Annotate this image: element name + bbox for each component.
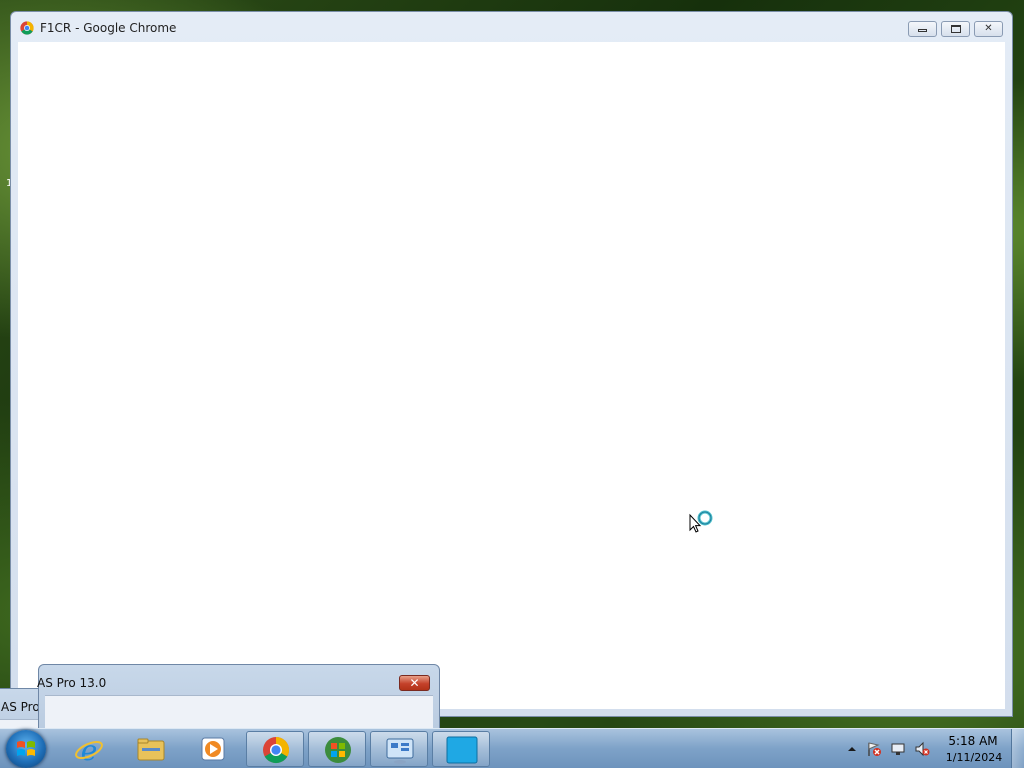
maximize-button[interactable] xyxy=(941,21,970,37)
clock-date[interactable]: 1/11/2024 xyxy=(945,751,1003,764)
action-center-flag-icon[interactable] xyxy=(866,741,882,757)
chrome-icon xyxy=(263,736,290,764)
windows-logo-app-icon xyxy=(325,737,351,763)
show-desktop-button[interactable] xyxy=(1011,729,1024,768)
dialog-title: AS Pro 13.0 xyxy=(37,676,107,690)
desktop: 1 F1CR - Google Chrome ✕ AS Pro 13.0 ✕ xyxy=(0,0,1024,768)
minimize-button[interactable] xyxy=(908,21,937,37)
window-title: F1CR - Google Chrome xyxy=(40,21,177,35)
taskbar-item-windows-app[interactable] xyxy=(308,731,366,767)
start-button[interactable] xyxy=(6,730,46,768)
clock-time[interactable]: 5:18 AM xyxy=(948,734,998,748)
internet-explorer-icon: e xyxy=(75,734,103,764)
windows-logo-icon xyxy=(17,741,35,756)
chrome-icon xyxy=(20,21,34,35)
dialog-close-button[interactable]: ✕ xyxy=(399,675,430,691)
show-hidden-icons-arrow[interactable] xyxy=(844,741,860,757)
svg-text:e: e xyxy=(81,734,98,764)
browser-content-area[interactable] xyxy=(18,42,1005,709)
taskbar-item-control-panel[interactable] xyxy=(370,731,428,767)
chrome-window[interactable]: F1CR - Google Chrome ✕ xyxy=(10,11,1013,717)
file-explorer-icon xyxy=(137,738,165,761)
taskbar-item-chrome[interactable] xyxy=(246,731,304,767)
taskbar-item-blue-window-app[interactable] xyxy=(432,731,490,767)
close-icon: ✕ xyxy=(984,23,993,34)
maximize-icon xyxy=(950,25,961,33)
minimize-icon xyxy=(918,29,927,32)
chrome-titlebar[interactable]: F1CR - Google Chrome ✕ xyxy=(11,12,1012,42)
taskbar-item-file-explorer[interactable] xyxy=(122,731,180,767)
media-player-icon xyxy=(201,737,225,761)
volume-muted-icon[interactable] xyxy=(914,741,930,757)
close-button[interactable]: ✕ xyxy=(974,21,1003,37)
as-pro-dialog-front[interactable]: AS Pro 13.0 ✕ xyxy=(37,664,440,734)
busy-cursor-icon xyxy=(689,510,713,533)
taskbar-item-internet-explorer[interactable]: e xyxy=(60,731,118,767)
control-panel-icon xyxy=(386,738,414,764)
blue-window-app-icon xyxy=(446,736,478,764)
taskbar: e 5:18 AM 1/11/2024 xyxy=(0,728,1024,768)
network-icon[interactable] xyxy=(890,741,906,757)
taskbar-item-media-player[interactable] xyxy=(184,731,242,767)
